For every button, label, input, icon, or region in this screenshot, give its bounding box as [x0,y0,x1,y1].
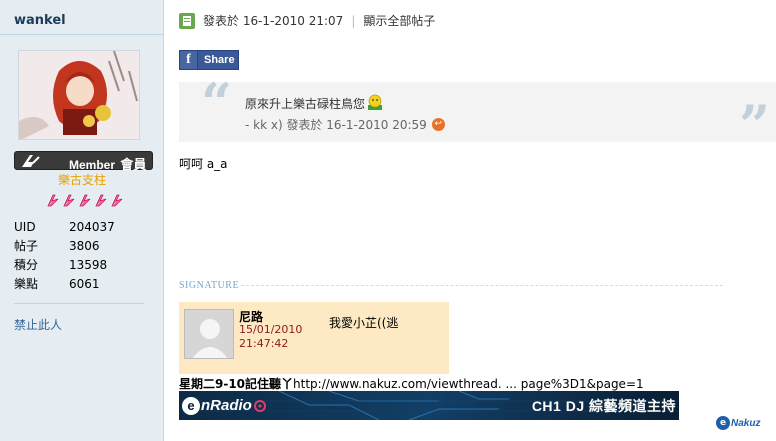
stat-row: UID 204037 [14,218,115,237]
share-label: Share [204,54,235,66]
facebook-icon: f [180,51,198,69]
quote-attribution: - kk x) 發表於 16-1-2010 20:59 [245,118,427,132]
stat-value: 13598 [69,258,108,272]
post-meta: 發表於 16-1-2010 21:07 | 顯示全部帖子 [179,12,435,29]
rank-label: Member [69,158,116,172]
signature-avatar [184,309,234,359]
stat-value: 204037 [69,220,115,234]
stat-value: 6061 [69,277,100,291]
ban-user-link[interactable]: 禁止此人 [14,316,62,333]
stat-value: 3806 [69,239,100,253]
stat-row: 積分 13598 [14,256,115,275]
nakuz-logo-icon: e [716,416,730,430]
star-icon [78,193,93,208]
sidebar-divider [14,303,144,304]
nradio-logo: e nRadio [182,394,267,417]
signature-card: 尼路 15/01/2010 21:47:42 我愛小芷((逃 [179,302,449,374]
author-username[interactable]: wankel [14,13,66,28]
signature-card-date: 15/01/2010 21:47:42 [239,323,302,351]
star-icon [110,193,125,208]
star-icon [62,193,77,208]
banner-caption: CH1 DJ 綜藝頻道主持 [531,397,676,414]
radio-banner[interactable]: e nRadio CH1 DJ 綜藝頻道主持 [179,391,679,420]
quote-text: 原來升上樂古碌柱鳥您 [245,96,366,111]
rank-stars [46,193,125,208]
stat-row: 帖子 3806 [14,237,115,256]
signature-card-time-value: 21:47:42 [239,337,289,350]
stat-key: 積分 [14,258,39,272]
open-quote-icon: “ [201,71,233,135]
signature-link[interactable]: http://www.nakuz.com/viewthread. ... pag… [293,377,644,391]
facebook-share-button[interactable]: f Share [179,50,239,70]
star-icon [46,193,61,208]
nakuz-watermark: e Nakuz [716,416,760,430]
nakuz-logo-text: Nakuz [731,417,761,429]
rank-logo-icon [22,155,40,167]
author-sidebar: wankel Member 會員 樂古支柱 UID 204037 帖子 3806… [0,0,164,441]
jump-to-post-icon[interactable]: ↩ [431,118,445,131]
signature-link-prefix: 星期二9-10記住聽丫 [179,377,294,391]
star-icon [94,193,109,208]
rank-badge: Member 會員 [14,151,153,172]
group-title: 樂古支柱 [58,173,107,187]
signature-link-line: 星期二9-10記住聽丫http://www.nakuz.com/viewthre… [179,375,644,392]
signature-card-date-value: 15/01/2010 [239,323,303,336]
post-timestamp: 發表於 16-1-2010 21:07 [203,14,344,28]
show-all-posts-link[interactable]: 顯示全部帖子 [363,12,435,29]
signature-divider [241,285,723,286]
rank-label-zh: 會員 [120,157,147,172]
stat-key: 帖子 [14,239,39,253]
sidebar-divider [0,34,163,35]
stat-key: 樂點 [14,277,39,291]
smiley-icon [366,94,384,112]
signature-card-message: 我愛小芷((逃 [329,316,399,330]
signature-label: SIGNATURE [179,280,240,291]
stat-key: UID [14,220,36,234]
close-quote-icon: ” [738,93,770,157]
post-body: 呵呵 a_a [179,157,228,171]
nradio-logo-text: nRadio [201,397,252,414]
radio-tower-icon [253,399,267,413]
online-status-icon [179,12,195,29]
author-stats: UID 204037 帖子 3806 積分 13598 樂點 6061 [14,218,115,294]
quote-block: “ 原來升上樂古碌柱鳥您 - kk x) 發表於 16-1-2010 20:59… [179,76,776,152]
meta-divider: | [351,13,356,28]
author-avatar[interactable] [18,50,140,140]
stat-row: 樂點 6061 [14,275,115,294]
